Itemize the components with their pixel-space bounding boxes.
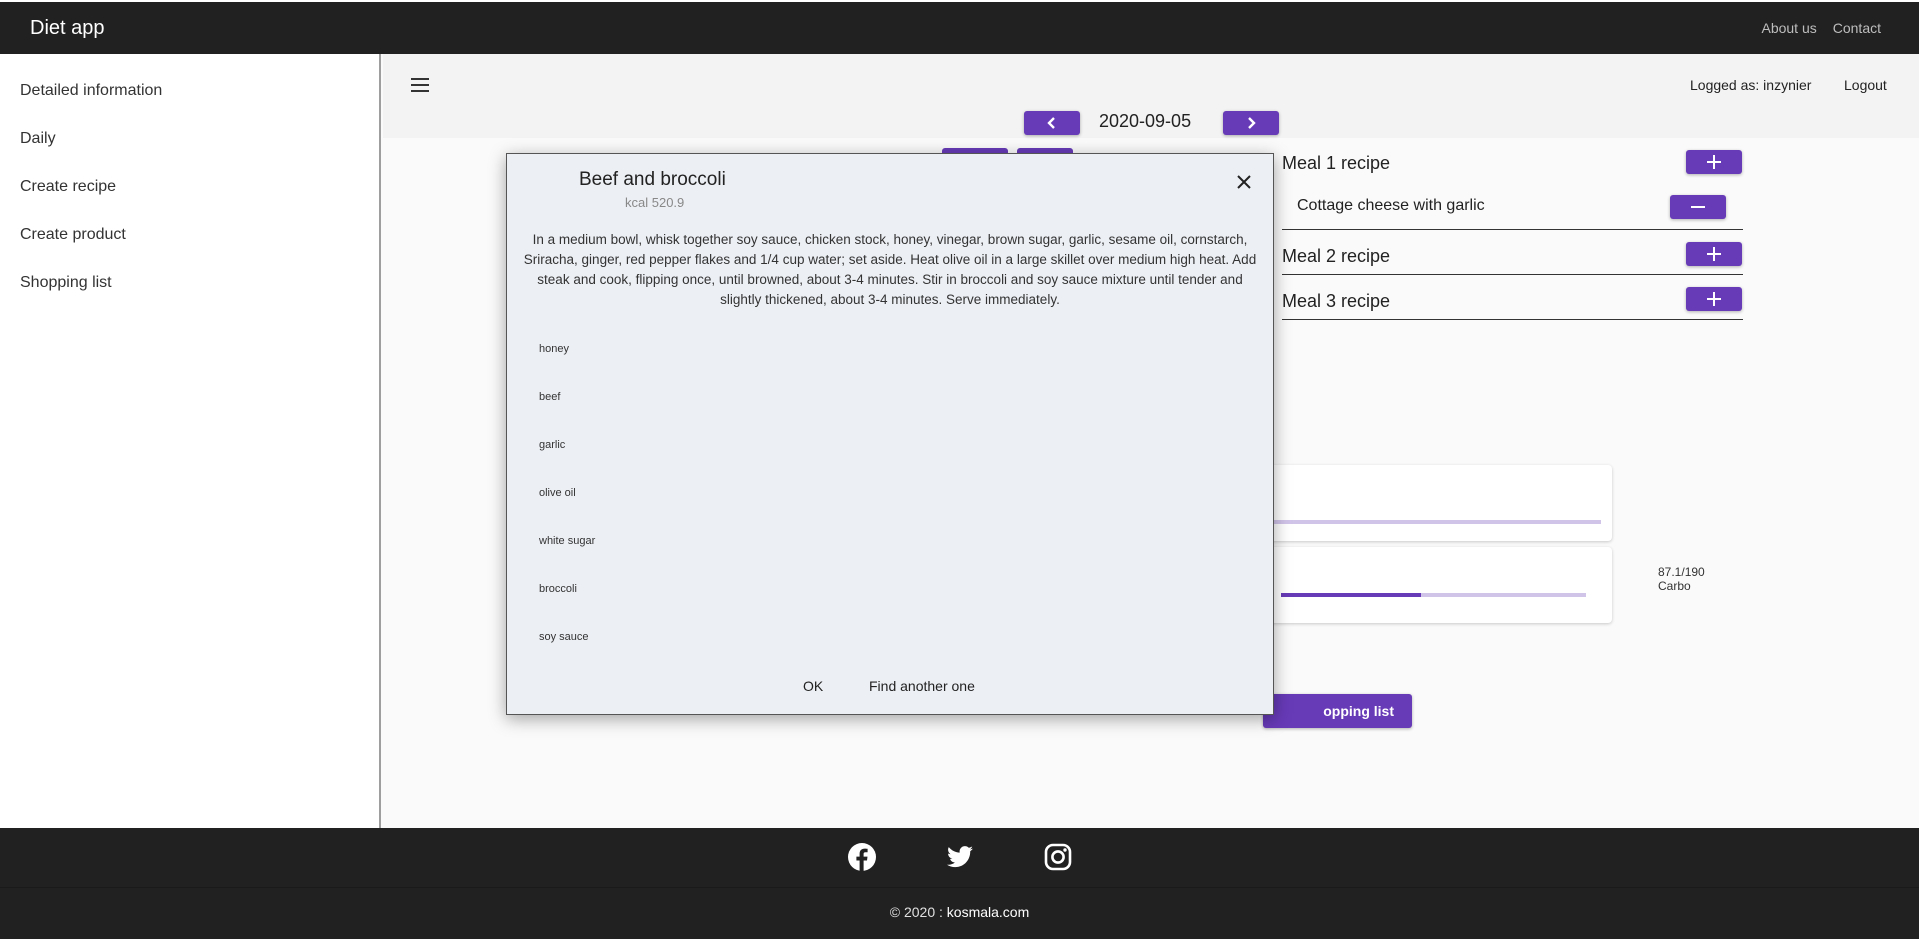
app-title[interactable]: Diet app: [30, 17, 105, 40]
ok-button[interactable]: OK: [803, 678, 823, 694]
footer-divider: [0, 887, 1919, 888]
meal-1-label: Meal 1 recipe: [1282, 153, 1391, 173]
close-icon[interactable]: [1235, 173, 1253, 191]
minus-icon: [1691, 206, 1705, 208]
ingredient-item: honey: [539, 343, 569, 355]
chevron-right-icon: [1248, 117, 1256, 129]
copyright: © 2020 : kosmala.com: [0, 904, 1919, 920]
add-meal-3-button[interactable]: [1686, 287, 1742, 311]
carbo-progress-bar: [1281, 593, 1586, 597]
ingredient-item: broccoli: [539, 583, 577, 595]
contact-link[interactable]: Contact: [1833, 20, 1881, 36]
ingredient-item: beef: [539, 391, 561, 403]
logged-user: Logged as: inzynier: [1690, 77, 1812, 93]
top-bar: Diet app About us Contact: [0, 0, 1919, 54]
add-meal-1-button[interactable]: [1686, 150, 1742, 174]
site-link[interactable]: kosmala.com: [947, 904, 1029, 920]
meal-2-label: Meal 2 recipe: [1282, 246, 1391, 266]
divider: [1282, 274, 1743, 275]
sidebar-item-detailed-information[interactable]: Detailed information: [20, 82, 162, 100]
dialog-kcal: kcal 520.9: [625, 195, 685, 210]
carbo-label: 87.1/190 Carbo: [1658, 565, 1705, 593]
footer: © 2020 : kosmala.com: [0, 828, 1919, 939]
divider: [1282, 229, 1743, 230]
facebook-icon[interactable]: [847, 842, 877, 872]
ingredient-item: garlic: [539, 439, 566, 451]
shopping-list-button[interactable]: opping list: [1263, 694, 1412, 728]
meal-1-recipe-item: Cottage cheese with garlic: [1297, 197, 1485, 214]
ingredient-item: soy sauce: [539, 631, 589, 643]
logout-link[interactable]: Logout: [1844, 77, 1887, 93]
dialog-description: In a medium bowl, whisk together soy sau…: [523, 232, 1257, 307]
chevron-left-icon: [1047, 117, 1055, 129]
current-date: 2020-09-05: [1099, 111, 1192, 131]
sidebar: Detailed information Daily Create recipe…: [0, 54, 381, 828]
sidebar-item-shopping-list[interactable]: Shopping list: [20, 274, 112, 292]
recipe-dialog: Beef and broccoli kcal 520.9 In a medium…: [506, 153, 1274, 715]
instagram-icon[interactable]: [1043, 842, 1073, 872]
about-us-link[interactable]: About us: [1761, 20, 1816, 36]
carbo-progress-fill: [1281, 593, 1421, 597]
main-header: Logged as: inzynier Logout 2020-09-05: [383, 54, 1919, 138]
sidebar-item-create-product[interactable]: Create product: [20, 226, 126, 244]
find-another-button[interactable]: Find another one: [869, 678, 975, 694]
divider: [1282, 319, 1743, 320]
copyright-prefix: © 2020 :: [889, 904, 947, 920]
meal-3-label: Meal 3 recipe: [1282, 291, 1391, 311]
next-day-button[interactable]: [1223, 111, 1279, 135]
add-meal-2-button[interactable]: [1686, 242, 1742, 266]
twitter-icon[interactable]: [945, 842, 975, 872]
nutrition-progress-bar: [1263, 520, 1601, 524]
top-nav: About us Contact: [1761, 20, 1881, 36]
sidebar-item-daily[interactable]: Daily: [20, 130, 56, 148]
menu-icon[interactable]: [411, 78, 429, 92]
dialog-title: Beef and broccoli: [579, 169, 726, 190]
sidebar-item-create-recipe[interactable]: Create recipe: [20, 178, 116, 196]
ingredient-item: white sugar: [539, 535, 596, 547]
previous-day-button[interactable]: [1024, 111, 1080, 135]
ingredient-item: olive oil: [539, 487, 576, 499]
remove-recipe-button[interactable]: [1670, 195, 1726, 219]
